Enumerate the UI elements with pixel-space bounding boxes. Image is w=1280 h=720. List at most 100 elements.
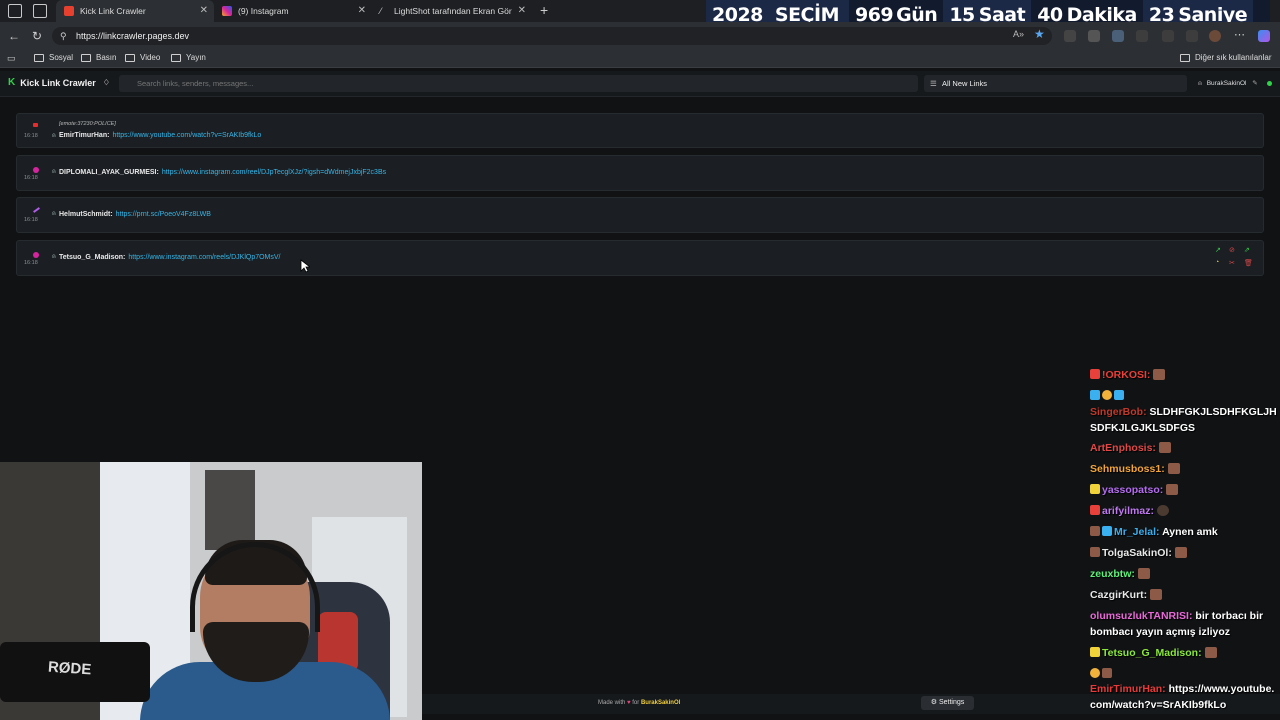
folder-icon [171,53,181,62]
folder-icon [81,53,91,62]
search-input[interactable] [119,75,918,92]
folder-icon [1180,53,1190,62]
chat-message: TolgaSakinOl: [1090,546,1278,562]
footer-author[interactable]: BurakSakinOl [641,700,680,706]
user-icon: ⍝ [52,254,56,260]
extension-icon[interactable] [1136,30,1148,42]
user-icon: ⍝ [1198,80,1202,87]
link-sender: EmirTimurHan: https://www.youtube.com/wat… [59,132,262,139]
delete-icon[interactable]: 🗑 [1244,259,1253,267]
external-link-icon[interactable]: ⇗ [1244,246,1250,254]
favorites-icon[interactable] [1162,30,1174,42]
instagram-icon [33,167,39,173]
mark-watched-icon[interactable]: ◔ [1215,259,1219,266]
tab-label: (9) Instagram [238,6,289,16]
bookmark-folder-basin[interactable]: Basın [81,53,116,62]
window-menu-icon[interactable] [8,4,22,18]
profile-avatar[interactable] [1209,30,1221,42]
badge-icon [1090,526,1100,536]
microphone-logo: RØDE [47,658,92,679]
badge-icon [1090,647,1100,657]
badge-icon [1090,484,1100,494]
user-icon: ⍝ [52,169,56,175]
extension-icon[interactable] [1088,30,1100,42]
badge-icon [1114,390,1124,400]
reload-icon[interactable]: ↻ [32,29,42,43]
bookmark-folder-video[interactable]: Video [125,53,160,62]
link-url[interactable]: https://www.instagram.com/reel/DJpTecglX… [162,169,386,176]
username: BurakSakinOl [1206,80,1247,87]
link-sender: DIPLOMALI_AYAK_GURMESI: https://www.insta… [59,169,387,176]
user-icon: ⍝ [52,133,56,139]
tab-label: LightShot tarafından Ekran Görün [394,6,512,16]
copilot-icon[interactable] [1258,30,1270,42]
bell-icon[interactable]: ♢ [103,78,110,87]
sidebar-toggle-icon[interactable]: ▭ [7,53,16,64]
address-bar[interactable]: ⚲ https://linkcrawler.pages.dev [52,27,1052,45]
emote-icon [1137,568,1150,579]
browser-essentials-icon[interactable] [1186,30,1198,42]
link-row[interactable]: 16:18 ⍝ DIPLOMALI_AYAK_GURMESI: https://w… [16,155,1264,191]
read-aloud-icon[interactable]: A» [1013,29,1024,39]
emote-icon [1156,505,1169,516]
tab-kick-link-crawler[interactable]: Kick Link Crawler ✕ [56,0,214,22]
emote-icon [1174,547,1187,558]
chat-message: SingerBob: SLDHFGKJLSDHFKGLJHSDFKJLGJKLS… [1090,406,1277,434]
settings-button[interactable]: ⚙ Settings [921,696,974,710]
chat-message: olumsuzlukTANRISI: bir torbacı bir bomba… [1090,610,1264,638]
link-row[interactable]: [emote:37230:POLICE] 16:18 ⍝ EmirTimurHa… [16,113,1264,148]
bookmark-folder-other[interactable]: Diğer sık kullanılanlar [1180,53,1271,62]
badge-icon [1090,505,1100,515]
close-tab-icon[interactable]: ✕ [200,5,208,16]
link-sender: HelmutSchmidt: https://prnt.sc/PoeoV4Fz8L… [59,211,211,218]
link-filter-select[interactable]: ☰ All New Links [924,75,1187,92]
tab-actions-icon[interactable] [33,4,47,18]
emote-icon [1166,484,1179,495]
chat-message: Mr_Jelal: Aynen amk [1090,525,1278,541]
tab-instagram[interactable]: (9) Instagram ✕ [214,0,372,22]
folder-icon [125,53,135,62]
instagram-favicon-icon [222,6,232,16]
made-with-credit: Made with ♥ for BurakSakinOl [598,700,681,706]
close-tab-icon[interactable]: ✕ [518,5,526,16]
tab-lightshot[interactable]: ⁄ LightShot tarafından Ekran Görün ✕ [372,0,532,22]
favorite-star-icon[interactable]: ★ [1034,27,1045,41]
badge-icon [1090,390,1100,400]
bookmark-folder-sosyal[interactable]: Sosyal [34,53,73,62]
link-url[interactable]: https://prnt.sc/PoeoV4Fz8LWB [116,211,211,218]
lightshot-icon [33,207,40,213]
new-tab-button[interactable]: + [540,2,548,18]
edit-icon[interactable]: ✎ [1252,80,1257,87]
emote-icon [1204,647,1217,658]
open-link-icon[interactable]: ↗ [1215,246,1221,254]
chat-message: EmirTimurHan: https://www.youtube.com/wa… [1090,683,1275,711]
chat-message: CazgirKurt: [1090,588,1278,604]
app-brand: K Kick Link Crawler ♢ [8,77,110,88]
hide-icon[interactable]: ✂ [1229,259,1235,267]
close-tab-icon[interactable]: ✕ [358,5,366,16]
message-emote: [emote:37230:POLICE] [59,121,116,127]
link-row[interactable]: 16:18 ⍝ Tetsuo_G_Madison: https://www.ins… [16,240,1264,276]
bookmark-folder-yayin[interactable]: Yayın [171,53,206,62]
chat-message: !ORKOSI: [1090,368,1278,384]
chat-message: arifyilmaz: [1090,504,1278,520]
emote-icon [1153,369,1166,380]
app-title: Kick Link Crawler [20,77,96,88]
kick-favicon-icon [64,6,74,16]
folder-icon [34,53,44,62]
more-menu-icon[interactable]: ⋯ [1234,28,1245,41]
link-sender: Tetsuo_G_Madison: https://www.instagram.c… [59,254,281,261]
site-info-icon[interactable]: ⚲ [60,27,67,45]
badge-icon [1102,526,1112,536]
link-url[interactable]: https://www.instagram.com/reels/DJKlQp7O… [128,254,280,261]
mouse-cursor-icon [300,259,310,273]
shield-extension-icon[interactable] [1112,30,1124,42]
url-text: https://linkcrawler.pages.dev [76,31,190,41]
block-icon[interactable]: ⊘ [1229,246,1235,254]
back-arrow-icon[interactable]: ← [8,29,20,43]
extension-icon[interactable] [1064,30,1076,42]
link-url[interactable]: https://www.youtube.com/watch?v=SrAKIb9f… [112,132,261,139]
emote-icon [1158,442,1171,453]
link-row[interactable]: 16:18 ⍝ HelmutSchmidt: https://prnt.sc/Po… [16,197,1264,233]
filter-icon: ☰ [930,79,937,88]
